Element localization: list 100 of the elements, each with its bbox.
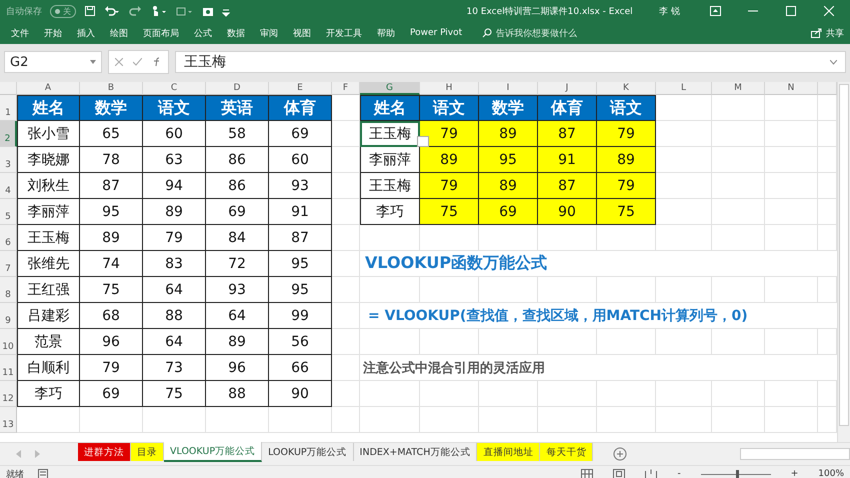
tell-me-field[interactable]: 告诉我你想要做什么: [496, 26, 578, 40]
maximize-icon[interactable]: [786, 6, 796, 16]
touch-mode-icon[interactable]: [150, 5, 168, 17]
empty-cell[interactable]: [479, 407, 538, 433]
page-break-icon[interactable]: [645, 469, 658, 478]
column-header[interactable]: A: [17, 82, 80, 95]
empty-cell[interactable]: [765, 199, 818, 225]
empty-cell[interactable]: [360, 277, 420, 303]
column-header[interactable]: F: [332, 82, 360, 95]
row-header[interactable]: 10: [0, 329, 17, 355]
column-header[interactable]: D: [206, 82, 269, 95]
zoom-in-button[interactable]: +: [790, 469, 798, 478]
undo-icon[interactable]: [104, 5, 120, 17]
column-header[interactable]: K: [597, 82, 656, 95]
column-header[interactable]: E: [269, 82, 332, 95]
empty-cell[interactable]: [656, 407, 712, 433]
ribbon-tab[interactable]: 开始: [39, 26, 72, 40]
vertical-scrollbar[interactable]: [837, 82, 850, 442]
ribbon-tab[interactable]: 公式: [189, 26, 222, 40]
select-all-corner[interactable]: [0, 82, 17, 95]
row-header[interactable]: 8: [0, 277, 17, 303]
empty-cell[interactable]: [765, 329, 818, 355]
ribbon-tab[interactable]: 帮助: [372, 26, 405, 40]
empty-cell[interactable]: [597, 277, 656, 303]
sheet-tab[interactable]: 目录: [131, 443, 164, 461]
empty-cell[interactable]: [712, 95, 765, 121]
expand-icon[interactable]: [830, 60, 837, 64]
empty-cell[interactable]: [765, 381, 818, 407]
scroll-thumb[interactable]: [839, 84, 849, 426]
row-header[interactable]: 4: [0, 173, 17, 199]
column-header[interactable]: L: [656, 82, 712, 95]
row-header[interactable]: 11: [0, 355, 17, 381]
empty-cell[interactable]: [420, 381, 479, 407]
normal-view-icon[interactable]: [581, 469, 594, 478]
empty-cell[interactable]: [420, 277, 479, 303]
search-icon[interactable]: [482, 28, 492, 38]
empty-cell[interactable]: [712, 147, 765, 173]
empty-cell[interactable]: [597, 329, 656, 355]
close-icon[interactable]: [824, 6, 834, 16]
empty-cell[interactable]: [479, 277, 538, 303]
empty-cell[interactable]: [269, 407, 332, 433]
ribbon-display-icon[interactable]: [710, 6, 720, 16]
empty-cell[interactable]: [80, 407, 143, 433]
empty-cell[interactable]: [656, 329, 712, 355]
redo-icon[interactable]: [128, 5, 142, 17]
cancel-icon[interactable]: [115, 58, 123, 66]
user-name[interactable]: 李 锐: [659, 4, 680, 18]
dropdown-icon[interactable]: [90, 60, 96, 64]
page-layout-icon[interactable]: [613, 469, 626, 478]
empty-cell[interactable]: [360, 381, 420, 407]
empty-cell[interactable]: [538, 225, 597, 251]
empty-cell[interactable]: [420, 225, 479, 251]
save-icon[interactable]: [84, 5, 96, 17]
row-header[interactable]: 9: [0, 303, 17, 329]
add-sheet-icon[interactable]: [613, 447, 628, 461]
sheet-tab[interactable]: LOOKUP万能公式: [262, 443, 354, 461]
empty-cell[interactable]: [712, 225, 765, 251]
empty-cell[interactable]: [420, 329, 479, 355]
empty-cell[interactable]: [206, 407, 269, 433]
row-header[interactable]: 2: [0, 121, 17, 147]
row-header[interactable]: 6: [0, 225, 17, 251]
ribbon-tab[interactable]: 视图: [288, 26, 321, 40]
empty-cell[interactable]: [712, 407, 765, 433]
paste-options-icon[interactable]: [417, 136, 429, 147]
column-header[interactable]: N: [765, 82, 818, 95]
column-header[interactable]: M: [712, 82, 765, 95]
column-header[interactable]: G: [360, 82, 420, 95]
empty-cell[interactable]: [712, 381, 765, 407]
row-header[interactable]: 3: [0, 147, 17, 173]
sheet-tab[interactable]: 每天干货: [540, 443, 594, 461]
empty-cell[interactable]: [712, 199, 765, 225]
empty-cell[interactable]: [479, 225, 538, 251]
sheet-tab[interactable]: 直播间地址: [477, 443, 540, 461]
column-header[interactable]: C: [143, 82, 206, 95]
empty-cell[interactable]: [765, 121, 818, 147]
empty-cell[interactable]: [765, 225, 818, 251]
row-header[interactable]: 5: [0, 199, 17, 225]
name-box[interactable]: G2: [4, 51, 102, 73]
ribbon-tab[interactable]: Power Pivot: [405, 28, 472, 38]
shape-icon[interactable]: [176, 5, 194, 17]
ribbon-tab[interactable]: 页面布局: [138, 26, 189, 40]
empty-cell[interactable]: [712, 277, 765, 303]
empty-cell[interactable]: [712, 329, 765, 355]
empty-cell[interactable]: [360, 225, 420, 251]
empty-cell[interactable]: [597, 225, 656, 251]
ribbon-tab[interactable]: 绘图: [105, 26, 138, 40]
zoom-out-button[interactable]: -: [677, 469, 681, 478]
column-header[interactable]: J: [538, 82, 597, 95]
ribbon-tab[interactable]: 审阅: [255, 26, 288, 40]
empty-cell[interactable]: [479, 329, 538, 355]
empty-cell[interactable]: [765, 173, 818, 199]
empty-cell[interactable]: [656, 225, 712, 251]
column-header[interactable]: [818, 82, 837, 95]
column-header[interactable]: H: [420, 82, 479, 95]
row-header[interactable]: 13: [0, 407, 17, 433]
formula-field[interactable]: 王玉梅: [175, 51, 846, 73]
sheet-tab[interactable]: VLOOKUP万能公式: [164, 442, 262, 462]
column-header[interactable]: I: [479, 82, 538, 95]
ribbon-tab[interactable]: 数据: [222, 26, 255, 40]
empty-cell[interactable]: [420, 407, 479, 433]
